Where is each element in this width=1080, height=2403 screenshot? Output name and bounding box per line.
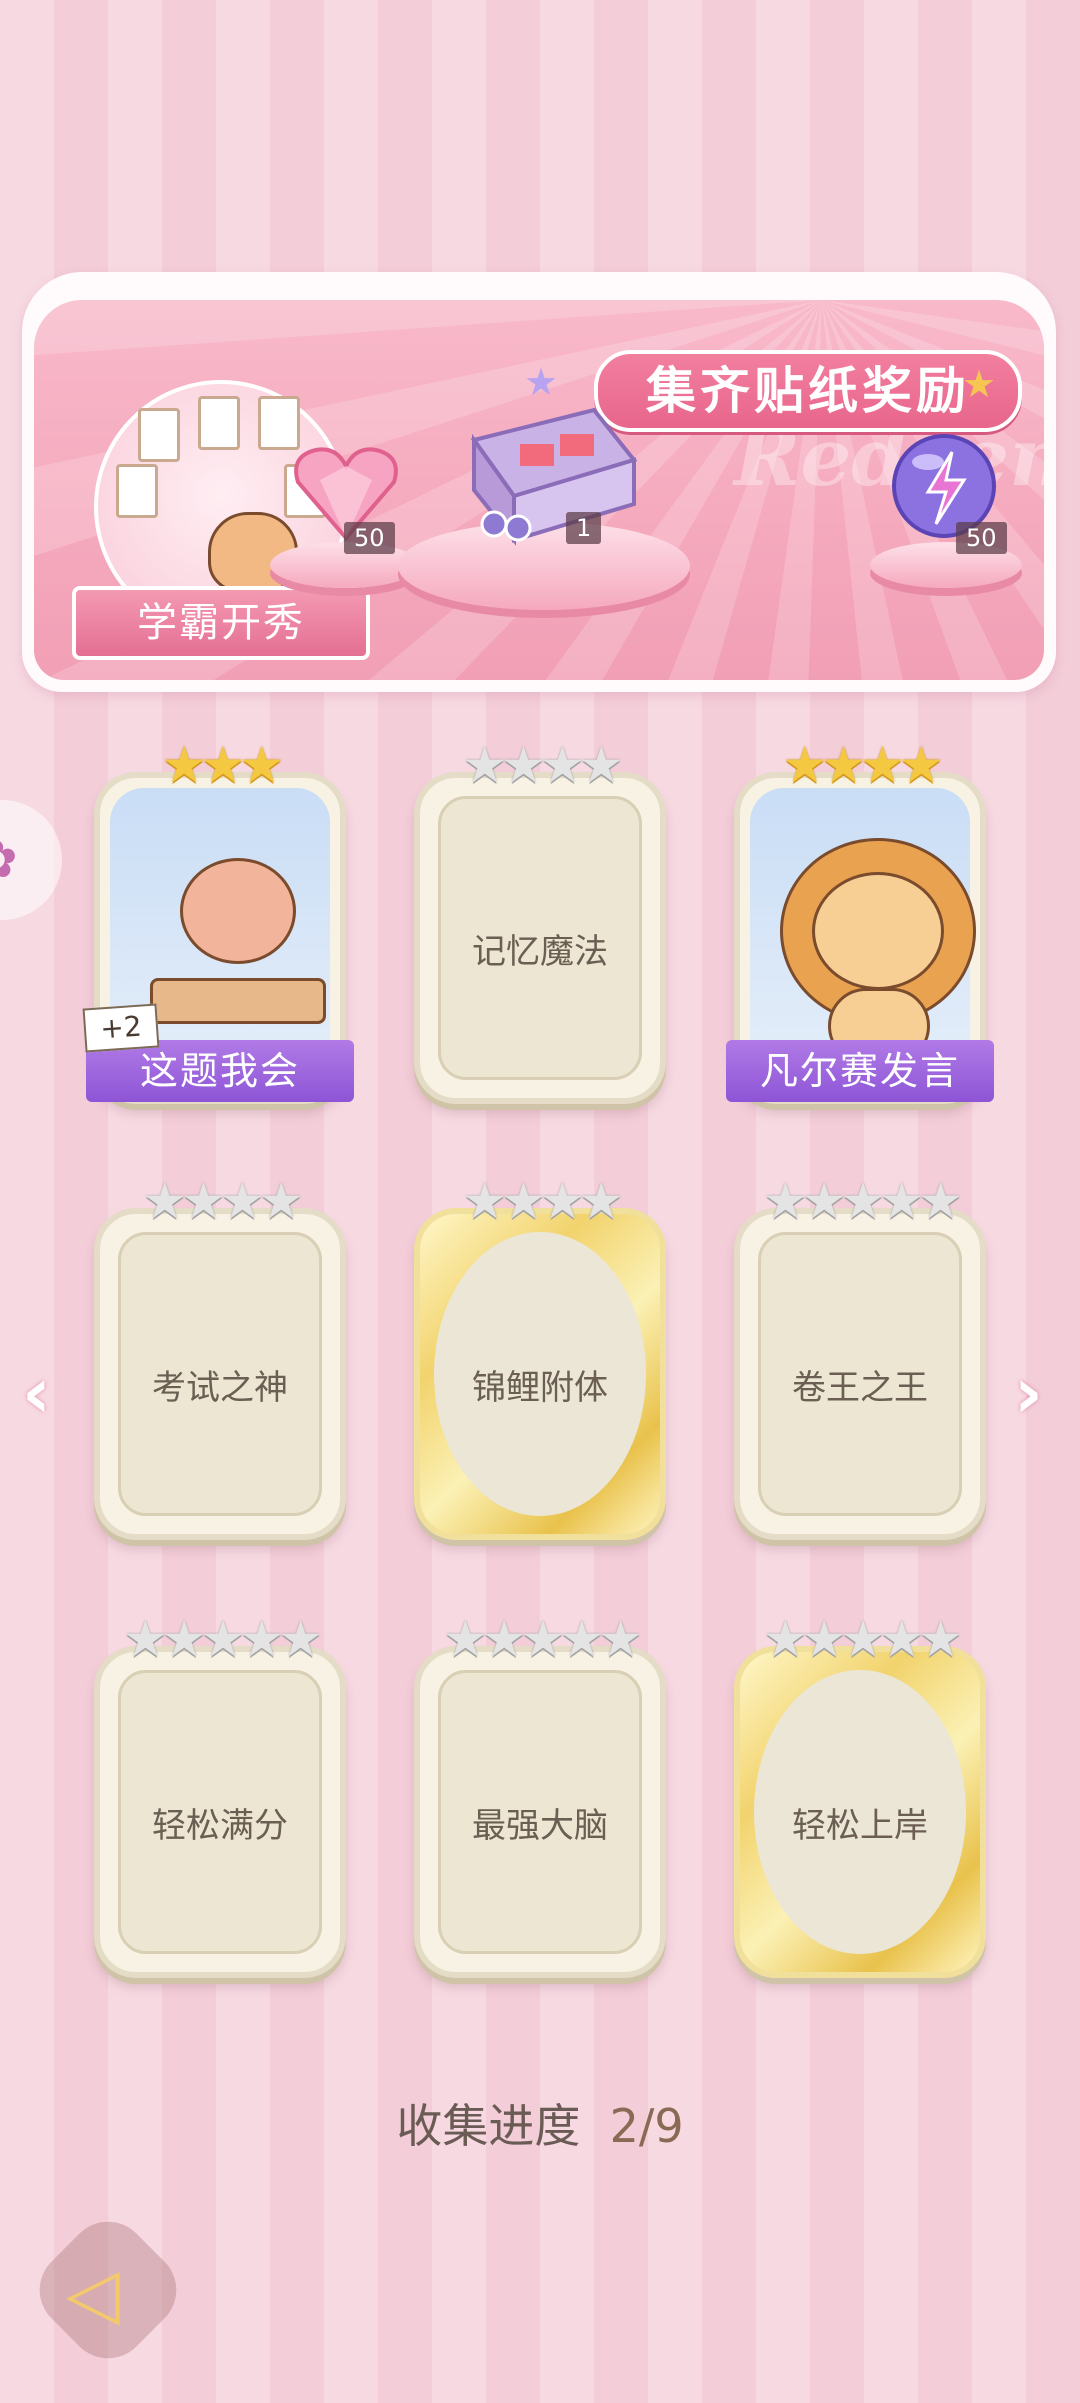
reward-count: 1	[566, 512, 602, 544]
sticker-card[interactable]: ★★★★★ 轻松满分	[94, 1610, 346, 1978]
bear-mascot-icon	[180, 858, 296, 964]
school-desk-icon	[150, 978, 326, 1024]
progress-label: 收集进度	[396, 2099, 581, 2153]
theme-label: 学霸开秀	[72, 586, 370, 660]
sticker-card[interactable]: ★★★★ 考试之神	[94, 1172, 346, 1540]
paper-icon	[138, 408, 180, 462]
card-label: 轻松满分	[152, 1806, 288, 1846]
star-rating: ★★★★	[782, 736, 943, 794]
back-arrow-icon[interactable]: ◁	[66, 2252, 120, 2334]
duplicate-count-tag: +2	[82, 1003, 160, 1053]
card-label: 记忆魔法	[472, 932, 608, 972]
reward-count: 50	[956, 522, 1007, 554]
card-label: 锦鲤附体	[472, 1368, 608, 1408]
star-rating: ★★★★★	[122, 1610, 323, 1668]
banner-background: Redeem ★ 集齐贴纸奖励 ★ 学霸开秀 50	[34, 300, 1044, 680]
star-rating: ★★★	[161, 736, 285, 794]
lion-face	[812, 872, 944, 990]
purple-star-icon: ★	[524, 360, 559, 404]
progress-value: 2/9	[609, 2099, 684, 2153]
card-label: 轻松上岸	[792, 1806, 928, 1846]
card-label: 考试之神	[152, 1368, 288, 1408]
star-rating: ★★★★★	[442, 1610, 643, 1668]
sticker-card[interactable]: ★★★★ 凡尔赛发言	[726, 736, 994, 1104]
gold-star-icon: ★	[962, 362, 997, 406]
banner-title: 集齐贴纸奖励	[594, 350, 1022, 432]
sticker-card[interactable]: ★★★★★ 卷王之王	[734, 1172, 986, 1540]
sticker-reward-banner: Redeem ★ 集齐贴纸奖励 ★ 学霸开秀 50	[22, 272, 1056, 692]
paper-icon	[116, 464, 158, 518]
fan-icon: ✿	[0, 830, 18, 890]
collection-progress: 收集进度 2/9	[0, 2090, 1080, 2156]
gift-box-icon[interactable]: 1	[434, 400, 654, 550]
lightning-orb-icon[interactable]: 50	[884, 422, 1014, 554]
star-rating: ★★★★	[142, 1172, 303, 1230]
reward-count: 50	[344, 522, 395, 554]
card-title-banner: 凡尔赛发言	[726, 1040, 994, 1102]
sticker-card[interactable]: ★★★ 这题我会 +2	[82, 736, 354, 1104]
side-menu-tab[interactable]: ✿	[0, 800, 62, 920]
next-page-arrow-icon[interactable]: ›	[1014, 1352, 1043, 1434]
star-rating: ★★★★★	[762, 1172, 963, 1230]
star-rating: ★★★★★	[762, 1610, 963, 1668]
sticker-card[interactable]: ★★★★★ 最强大脑	[414, 1610, 666, 1978]
sticker-card[interactable]: ★★★★★ 轻松上岸	[734, 1610, 986, 1978]
sticker-card[interactable]: ★★★★ 记忆魔法	[414, 736, 666, 1104]
star-rating: ★★★★	[462, 1172, 623, 1230]
pink-heart-gem-icon[interactable]: 50	[286, 430, 406, 554]
card-label: 卷王之王	[792, 1368, 928, 1408]
star-rating: ★★★★	[462, 736, 623, 794]
prev-page-arrow-icon[interactable]: ‹	[22, 1352, 51, 1434]
paper-icon	[198, 396, 240, 450]
sticker-card[interactable]: ★★★★ 锦鲤附体	[414, 1172, 666, 1540]
card-label: 最强大脑	[472, 1806, 608, 1846]
